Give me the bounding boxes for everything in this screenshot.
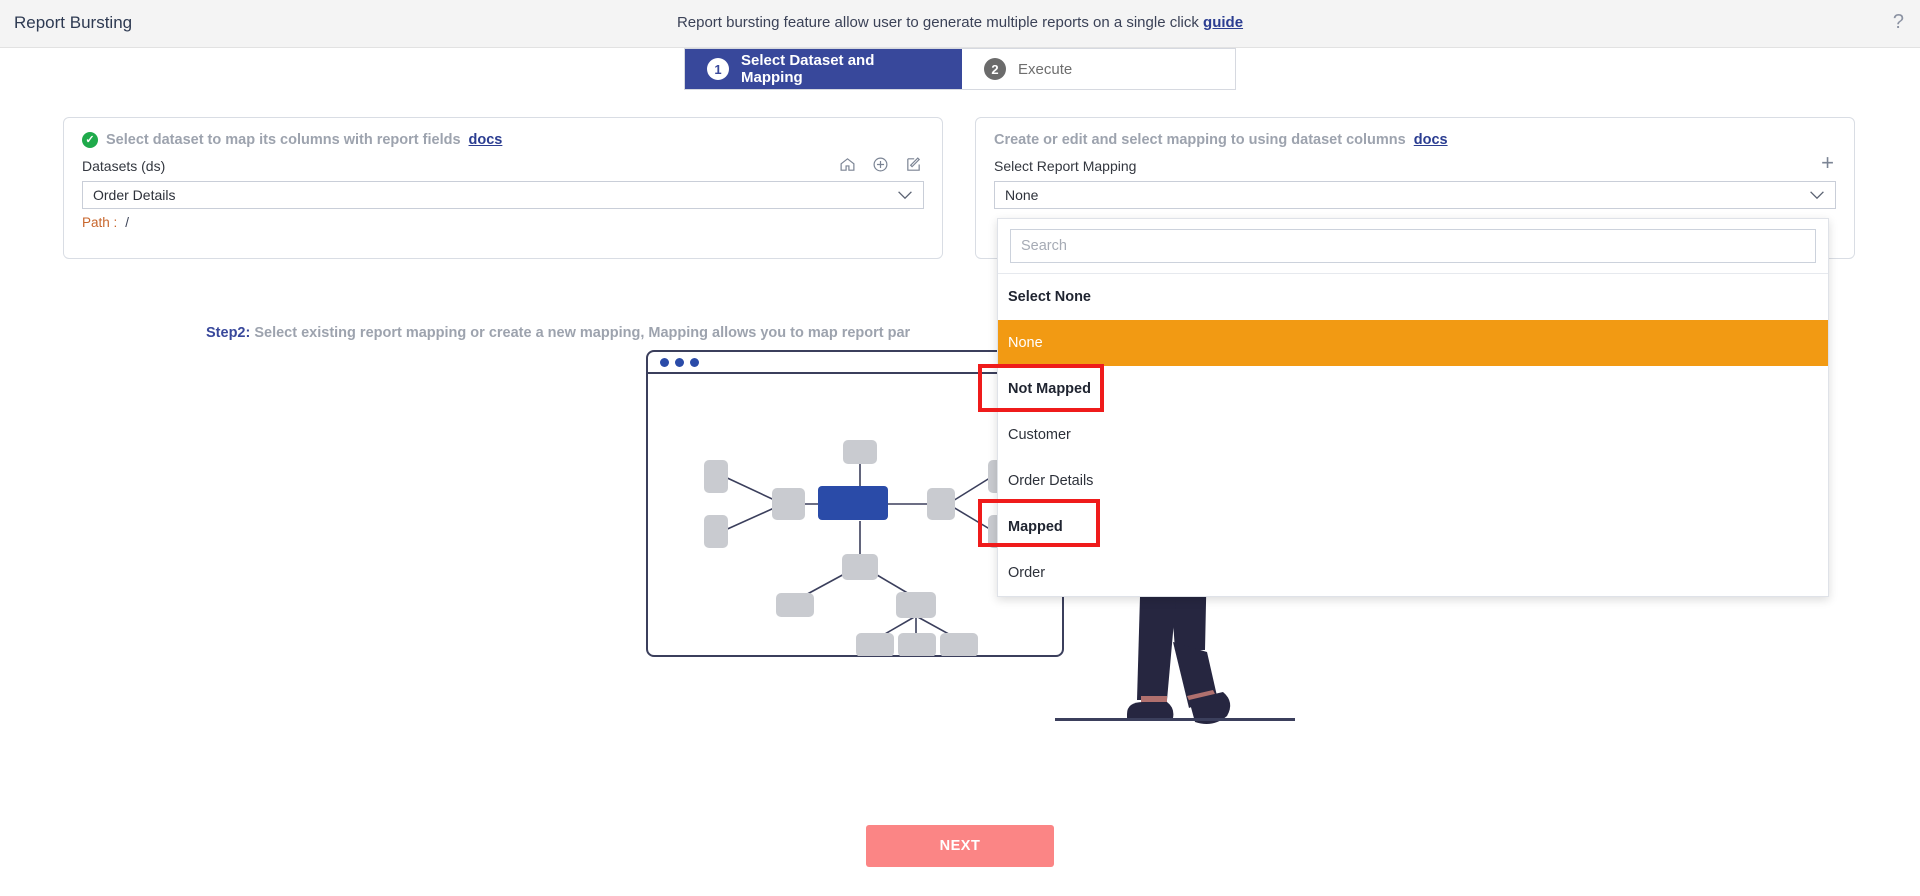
plus-icon[interactable]: + [1821, 152, 1834, 174]
step2-description: Step2: Select existing report mapping or… [206, 325, 910, 341]
dataset-action-icons [839, 156, 922, 177]
mapping-panel-heading-text: Create or edit and select mapping to usi… [994, 132, 1406, 148]
dropdown-option-none[interactable]: None [998, 320, 1828, 366]
chevron-down-icon [1809, 188, 1825, 203]
edit-square-icon[interactable] [905, 156, 922, 177]
top-bar: Report Bursting Report bursting feature … [0, 0, 1920, 48]
guide-link[interactable]: guide [1203, 14, 1243, 31]
dropdown-group-not-mapped[interactable]: Not Mapped [998, 366, 1828, 412]
step-number-1: 1 [707, 58, 729, 80]
dropdown-group-mapped[interactable]: Mapped [998, 504, 1828, 550]
dropdown-option-list: Select None None Not Mapped Customer Ord… [998, 273, 1828, 596]
dataset-path: Path : / [82, 215, 129, 230]
dataset-panel-heading: ✓ Select dataset to map its columns with… [82, 132, 502, 148]
step2-prefix: Step2: [206, 325, 251, 341]
next-button[interactable]: NEXT [866, 825, 1054, 867]
path-label: Path : [82, 215, 118, 230]
step-label-1: Select Dataset and Mapping [740, 52, 875, 86]
question-mark-icon[interactable]: ? [1893, 11, 1904, 34]
mapping-field-label: Select Report Mapping [994, 158, 1137, 174]
wizard-stepper: 1 Select Dataset and Mapping 2 Execute [684, 48, 1236, 90]
browser-dot-icon [675, 357, 684, 367]
step-label-2: Execute [1018, 60, 1073, 78]
tab-execute[interactable]: 2 Execute [962, 49, 1235, 89]
step2-text: Select existing report mapping or create… [250, 325, 911, 341]
mapping-panel-heading: Create or edit and select mapping to usi… [994, 132, 1448, 148]
browser-dot-icon [660, 357, 669, 367]
mapping-docs-link[interactable]: docs [1414, 132, 1448, 148]
step-number-2: 2 [984, 58, 1006, 80]
tab-select-dataset-and-mapping[interactable]: 1 Select Dataset and Mapping [685, 49, 962, 89]
path-value: / [125, 215, 130, 230]
dataset-docs-link[interactable]: docs [469, 132, 503, 148]
dropdown-search-wrap [998, 219, 1828, 273]
dropdown-group-select-none[interactable]: Select None [998, 274, 1828, 320]
header-description-text: Report bursting feature allow user to ge… [676, 14, 1204, 31]
plus-circle-icon[interactable] [872, 156, 889, 177]
dataset-panel: ✓ Select dataset to map its columns with… [63, 117, 943, 259]
header-description: Report bursting feature allow user to ge… [0, 14, 1920, 31]
datasets-field-label: Datasets (ds) [82, 158, 166, 174]
report-mapping-select-value: None [1005, 187, 1039, 203]
search-input[interactable] [1010, 229, 1816, 263]
report-mapping-dropdown: Select None None Not Mapped Customer Ord… [997, 218, 1829, 597]
dropdown-option-order-details[interactable]: Order Details [998, 458, 1828, 504]
dropdown-option-customer[interactable]: Customer [998, 412, 1828, 458]
check-circle-icon: ✓ [82, 132, 98, 148]
report-mapping-select[interactable]: None [994, 181, 1836, 209]
chevron-down-icon [897, 188, 913, 203]
dataset-select[interactable]: Order Details [82, 181, 924, 209]
dropdown-option-order[interactable]: Order [998, 550, 1828, 596]
report-bursting-page: Report Bursting Report bursting feature … [0, 0, 1920, 896]
browser-dot-icon [690, 357, 699, 367]
dataset-panel-heading-text: Select dataset to map its columns with r… [106, 132, 461, 148]
dataset-select-value: Order Details [93, 187, 176, 203]
home-icon[interactable] [839, 156, 856, 177]
